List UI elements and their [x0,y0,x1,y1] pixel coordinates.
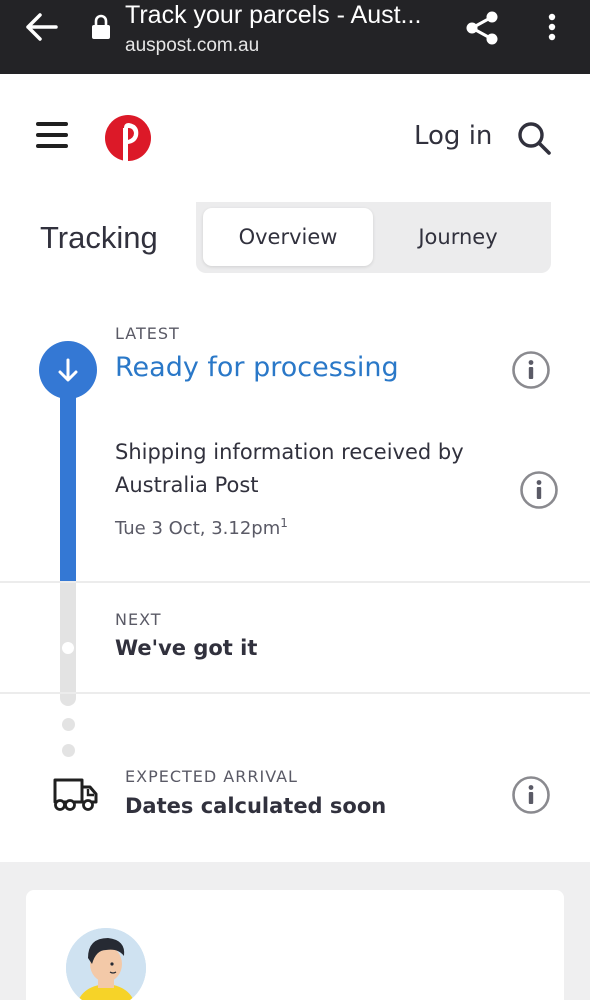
divider [0,581,590,583]
latest-status: Ready for processing [115,352,399,383]
event-date-text: Tue 3 Oct, 3.12pm [115,518,281,539]
avatar [66,928,146,1000]
login-link[interactable]: Log in [414,121,492,151]
next-status: We've got it [115,636,258,660]
tab-journey[interactable]: Journey [373,208,543,266]
share-icon[interactable] [462,8,502,48]
event-timestamp: Tue 3 Oct, 3.12pm1 [115,516,288,539]
info-icon[interactable] [511,775,551,815]
latest-eyebrow: LATEST [115,324,180,343]
arrival-status: Dates calculated soon [125,794,387,818]
page-title: Tracking [40,220,158,255]
footnote-marker[interactable]: 1 [280,516,288,530]
timeline-progress-bar [60,382,76,582]
browser-toolbar: Track your parcels - Aust... auspost.com… [0,0,590,74]
timeline-next-marker [62,642,74,654]
search-icon[interactable] [514,118,554,158]
tab-overview[interactable]: Overview [203,208,373,266]
timeline-dot [62,744,75,757]
arrow-down-icon [58,358,78,382]
timeline-dot [62,718,75,731]
truck-icon [53,778,98,811]
url-text[interactable]: auspost.com.au [125,35,259,57]
divider [0,692,590,694]
info-icon[interactable] [511,350,551,390]
tracking-tabs: Overview Journey [196,202,551,273]
support-person-illustration [66,928,146,1000]
arrival-eyebrow: EXPECTED ARRIVAL [125,767,298,786]
event-description: Shipping information received by Austral… [115,440,464,497]
tracking-card: Tracking Overview Journey LATEST Ready f… [0,202,590,862]
auspost-logo[interactable] [104,114,152,162]
lock-icon [92,14,110,39]
site-header: Log in [0,74,590,202]
page-tab-title[interactable]: Track your parcels - Aust... [125,1,445,30]
more-vert-icon[interactable] [538,10,566,46]
info-icon[interactable] [519,470,559,510]
next-eyebrow: NEXT [115,610,162,629]
latest-status-marker [39,341,97,399]
hamburger-menu-icon[interactable] [36,122,70,154]
back-arrow-icon[interactable] [22,10,62,44]
support-card [26,890,564,1000]
